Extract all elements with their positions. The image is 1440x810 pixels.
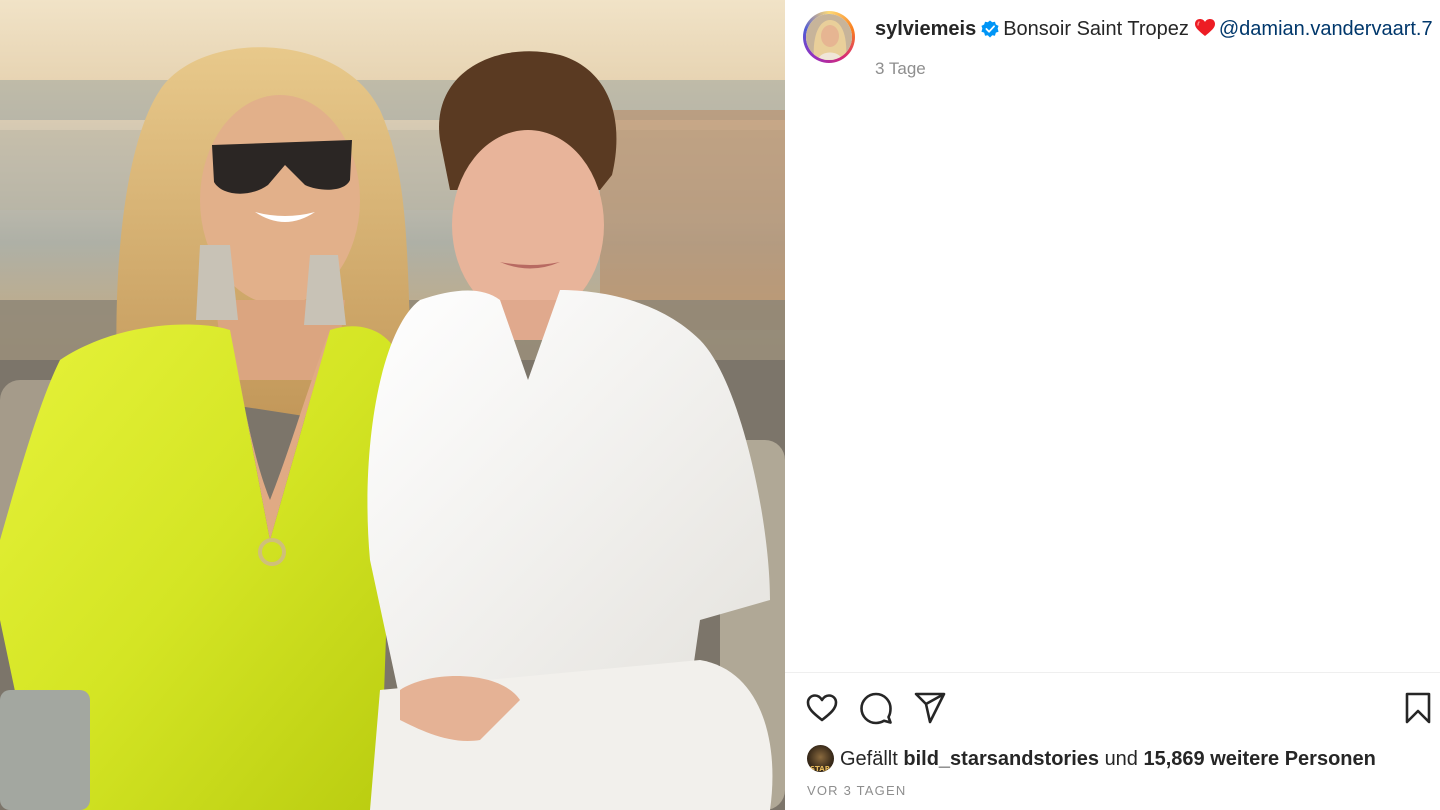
save-button[interactable] [1401, 691, 1435, 725]
instagram-post: sylviemeis Bonsoir Saint Tropez @damian.va… [0, 0, 1440, 810]
bookmark-icon [1405, 692, 1431, 724]
mention-link[interactable]: @damian.vandervaart.7 [1219, 18, 1433, 40]
comment-icon [860, 692, 892, 725]
author-avatar[interactable] [803, 11, 855, 63]
other-likers-link[interactable]: 15,869 weitere Personen [1144, 748, 1376, 770]
comment-button[interactable] [859, 691, 893, 725]
divider [785, 672, 1440, 673]
post-time: 3 Tage [875, 59, 926, 78]
caption-text: Bonsoir Saint Tropez [1003, 18, 1189, 40]
post-photo[interactable] [0, 0, 785, 810]
liker-avatar[interactable]: STARS [807, 745, 834, 772]
liker-username[interactable]: bild_starsandstories [903, 748, 1099, 770]
profile-photo-icon [806, 14, 852, 60]
likes-prefix: Gefällt [840, 748, 898, 770]
likes-summary: STARS Gefällt bild_starsandstories und 15… [807, 744, 1376, 774]
verified-badge-icon [981, 19, 999, 38]
post-date: VOR 3 TAGEN [807, 783, 907, 798]
likes-joiner: und [1104, 748, 1138, 770]
liker-avatar-label: STARS [810, 765, 834, 772]
post-header: sylviemeis Bonsoir Saint Tropez @damian.va… [785, 0, 1440, 100]
heart-emoji-icon [1194, 18, 1215, 36]
author-username[interactable]: sylviemeis [875, 18, 976, 40]
share-button[interactable] [913, 691, 947, 725]
like-button[interactable] [805, 691, 839, 725]
heart-icon [806, 694, 838, 722]
send-icon [914, 692, 946, 724]
action-bar [785, 682, 1440, 734]
caption-line: sylviemeis Bonsoir Saint Tropez @damian.va… [875, 16, 1435, 42]
photo-illustration [0, 0, 785, 810]
post-side-panel: sylviemeis Bonsoir Saint Tropez @damian.va… [785, 0, 1440, 810]
